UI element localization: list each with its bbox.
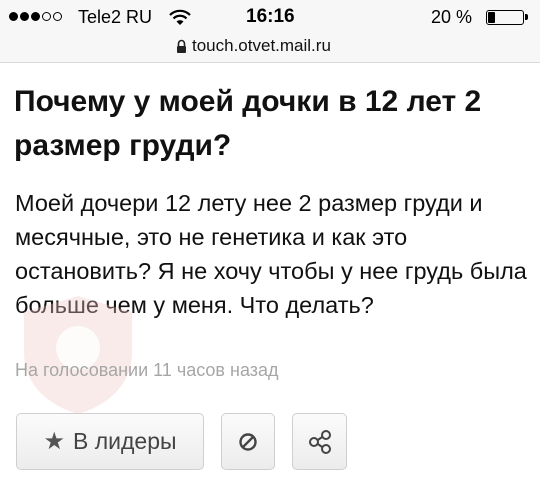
wifi-icon (169, 9, 191, 25)
lock-icon (177, 39, 186, 53)
signal-dot (20, 12, 29, 21)
battery-percent: 20 % (431, 7, 473, 27)
address-bar[interactable]: touch.otvet.mail.ru (0, 34, 540, 63)
share-icon (308, 429, 331, 454)
signal-dot (42, 12, 51, 21)
star-icon: ★ (43, 428, 65, 455)
signal-dot (31, 12, 40, 21)
report-button[interactable] (221, 413, 275, 470)
battery-fill (488, 12, 495, 23)
battery-icon (486, 10, 528, 25)
signal-dot (53, 12, 62, 21)
screen: Tele2 RU 16:16 20 % touch.otvet.mail.ru … (0, 0, 540, 478)
question-body: Моей дочери 12 лету нее 2 размер груди и… (15, 190, 527, 318)
url-text: touch.otvet.mail.ru (192, 36, 331, 55)
signal-strength-icon (9, 12, 62, 21)
share-button[interactable] (292, 413, 347, 470)
question-title: Почему у моей дочки в 12 лет 2 размер гр… (14, 85, 482, 162)
block-icon (239, 432, 257, 451)
carrier-name: Tele2 RU (78, 7, 153, 27)
signal-dot (9, 12, 18, 21)
question-status: На голосовании 11 часов назад (15, 360, 279, 380)
battery-tip (525, 14, 528, 20)
clock: 16:16 (246, 6, 295, 27)
status-bar: Tele2 RU 16:16 20 % (0, 0, 540, 34)
to-leaders-button[interactable]: ★ В лидеры (16, 413, 204, 470)
to-leaders-label: В лидеры (72, 428, 177, 454)
